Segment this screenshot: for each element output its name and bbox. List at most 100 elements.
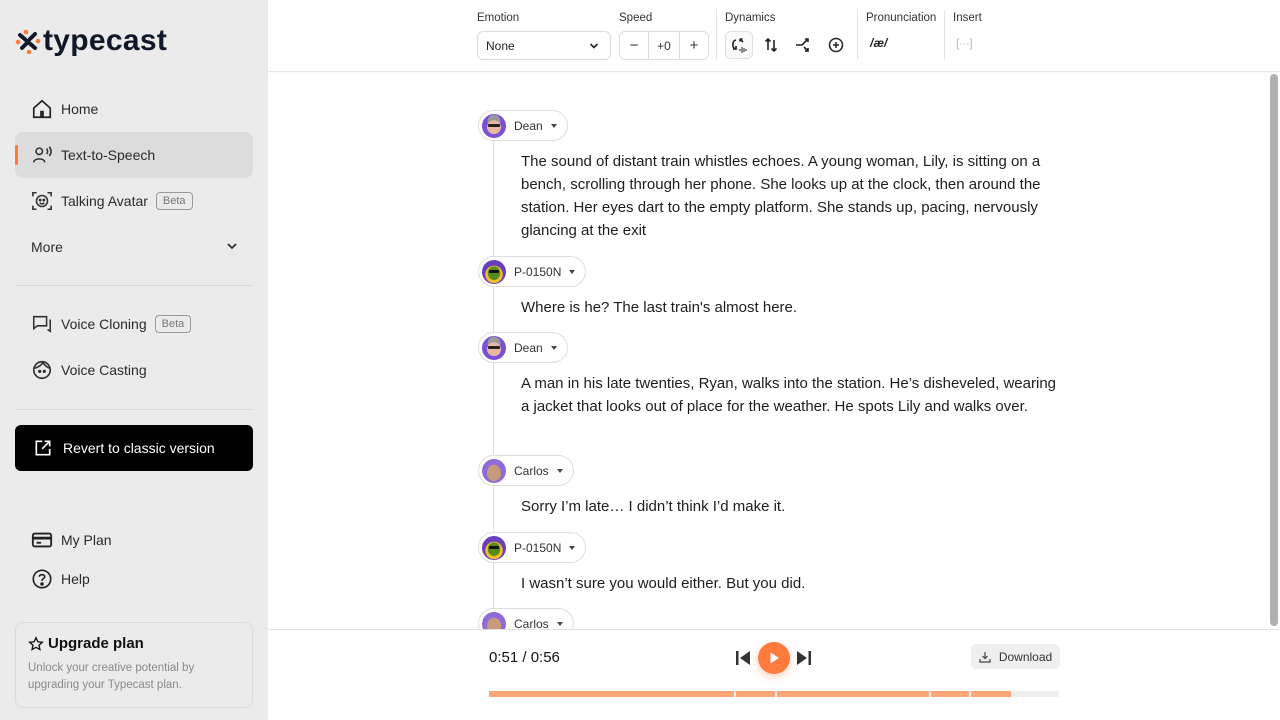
script-line: Carlos Sorry I’m late… I didn’t think I’… — [478, 455, 1058, 531]
progress-segment[interactable] — [776, 691, 930, 697]
revert-classic-button[interactable]: Revert to classic version — [15, 425, 253, 471]
speed-value: +0 — [648, 32, 680, 59]
sidebar-item-more[interactable]: More — [15, 224, 253, 270]
emotion-label: Emotion — [477, 12, 520, 24]
caret-down-icon — [569, 545, 576, 550]
line-text[interactable]: Sorry I’m late… I didn’t think I’d make … — [521, 495, 1056, 518]
speed-decrease-button[interactable]: − — [620, 32, 648, 59]
speaker-selector[interactable]: P-0150N — [478, 532, 587, 563]
avatar — [482, 113, 506, 138]
speaker-name: Dean — [514, 340, 543, 355]
line-text[interactable]: The sound of distant train whistles echo… — [521, 150, 1056, 242]
toolbar-divider — [716, 10, 717, 60]
speaker-person-icon — [31, 144, 53, 166]
script-line: P-0150N Where is he? The last train's al… — [478, 256, 1058, 332]
sidebar-item-voice-cloning[interactable]: Voice Cloning Beta — [15, 301, 253, 347]
speaker-selector[interactable]: Carlos — [478, 608, 574, 629]
sidebar-item-home[interactable]: Home — [15, 86, 253, 132]
beta-badge: Beta — [154, 315, 192, 333]
progress-segment[interactable] — [970, 691, 1011, 697]
scrollbar[interactable] — [1270, 74, 1278, 626]
speaker-name: Carlos — [514, 616, 549, 630]
sidebar-item-label: Home — [61, 101, 99, 117]
skip-previous-icon[interactable] — [734, 649, 752, 667]
speed-increase-button[interactable]: + — [680, 32, 708, 59]
sidebar-item-label: More — [31, 239, 63, 255]
speaker-name: P-0150N — [514, 264, 562, 279]
star-icon — [28, 635, 44, 651]
line-connector — [493, 363, 494, 454]
add-icon — [828, 37, 844, 53]
toolbar-divider — [944, 10, 945, 60]
avatar — [482, 535, 506, 560]
line-text[interactable]: A man in his late twenties, Ryan, walks … — [521, 372, 1056, 418]
line-text[interactable]: I wasn’t sure you would either. But you … — [521, 572, 1056, 595]
avatar — [482, 611, 506, 629]
download-icon — [979, 651, 991, 663]
pitch-button[interactable] — [757, 31, 785, 59]
pronunciation-label: Pronunciation — [866, 12, 937, 24]
line-connector — [493, 563, 494, 608]
toolbar-divider — [857, 10, 858, 60]
home-icon — [31, 98, 53, 120]
chat-bubbles-icon — [31, 313, 53, 335]
brand-name: typecast — [43, 24, 168, 57]
sidebar-item-talking-avatar[interactable]: Talking Avatar Beta — [15, 178, 253, 224]
script-editor: Dean The sound of distant train whistles… — [268, 73, 1268, 629]
sidebar-item-label: Voice Cloning — [61, 316, 147, 332]
typecast-logo[interactable]: typecast — [15, 26, 167, 56]
skip-next-icon[interactable] — [795, 649, 813, 667]
sidebar-item-voice-casting[interactable]: Voice Casting — [15, 347, 253, 393]
sidebar-item-label: Text-to-Speech — [61, 147, 156, 163]
line-text[interactable]: Where is he? The last train's almost her… — [521, 296, 1056, 319]
add-dynamics-button[interactable] — [822, 31, 850, 59]
sidebar-item-help[interactable]: Help — [15, 556, 253, 602]
download-label: Download — [998, 649, 1053, 664]
upgrade-plan-card[interactable]: Upgrade plan Unlock your creative potent… — [15, 622, 253, 708]
speaker-selector[interactable]: P-0150N — [478, 256, 587, 287]
sidebar-item-label: Talking Avatar — [61, 193, 148, 209]
speaker-selector[interactable]: Carlos — [478, 455, 574, 486]
speaker-name: Carlos — [514, 463, 549, 478]
avatar — [482, 335, 506, 360]
speed-stepper: − +0 + — [619, 31, 709, 60]
caret-down-icon — [556, 468, 563, 473]
line-connector — [493, 287, 494, 332]
sidebar-divider — [15, 409, 253, 410]
emotion-value: None — [486, 38, 515, 53]
intonation-button[interactable] — [725, 31, 753, 59]
sidebar: typecast Home Text-to-Speech Talking Ava… — [0, 0, 268, 720]
emotion-select[interactable]: None — [477, 31, 611, 60]
pronunciation-button[interactable]: /æ/ — [870, 36, 887, 50]
playback-time: 0:51 / 0:56 — [489, 649, 560, 666]
sidebar-item-label: Voice Casting — [61, 362, 147, 378]
transition-button[interactable] — [789, 31, 817, 59]
line-connector — [493, 486, 494, 531]
sidebar-item-text-to-speech[interactable]: Text-to-Speech — [15, 132, 253, 178]
insert-label: Insert — [953, 12, 982, 24]
caret-down-icon — [556, 621, 563, 626]
progress-segment[interactable] — [735, 691, 776, 697]
progress-bar[interactable] — [489, 691, 1059, 697]
play-button[interactable] — [758, 642, 790, 674]
insert-pause-button[interactable]: [···] — [956, 36, 973, 50]
logo-mark-icon — [15, 29, 41, 54]
help-circle-icon — [31, 568, 53, 590]
progress-segment[interactable] — [930, 691, 969, 697]
speaker-selector[interactable]: Dean — [478, 332, 568, 363]
download-button[interactable]: Download — [971, 644, 1060, 669]
transition-icon — [796, 38, 809, 52]
play-icon — [770, 652, 779, 664]
caret-down-icon — [550, 123, 557, 128]
speaker-selector[interactable]: Dean — [478, 110, 568, 141]
chevron-down-icon — [227, 243, 237, 250]
credit-card-icon — [31, 529, 53, 551]
script-line: Dean A man in his late twenties, Ryan, w… — [478, 332, 1058, 454]
avatar — [482, 458, 506, 483]
script-line: Dean The sound of distant train whistles… — [478, 110, 1058, 285]
progress-segment[interactable] — [489, 691, 735, 697]
avatar — [482, 259, 506, 284]
speed-label: Speed — [619, 12, 653, 24]
sidebar-item-label: My Plan — [61, 532, 112, 548]
editor-toolbar: Emotion None Speed − +0 + Dynamics Pronu… — [268, 0, 1280, 72]
